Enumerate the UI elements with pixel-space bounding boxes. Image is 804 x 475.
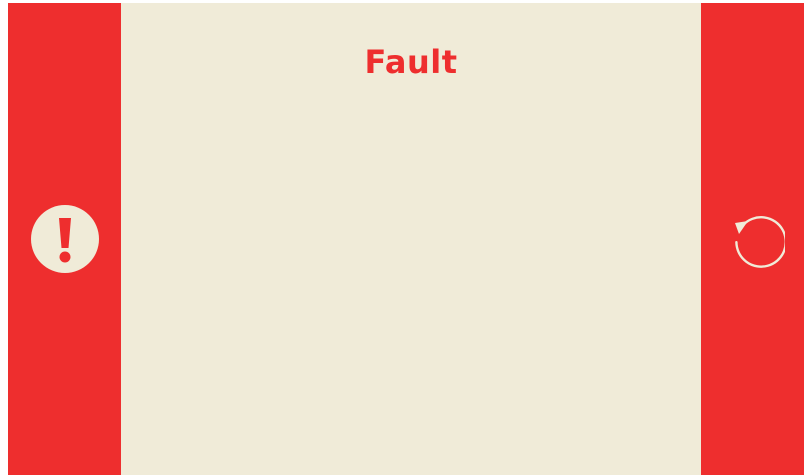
right-side-panel — [701, 3, 804, 475]
left-side-panel — [8, 3, 121, 475]
main-content-area: Fault — [121, 3, 701, 475]
fault-exclamation-icon — [30, 205, 99, 273]
fault-screen: Fault — [8, 3, 804, 475]
reset-button[interactable] — [725, 209, 785, 269]
page-title: Fault — [364, 43, 458, 81]
reset-rotate-icon — [734, 216, 785, 268]
